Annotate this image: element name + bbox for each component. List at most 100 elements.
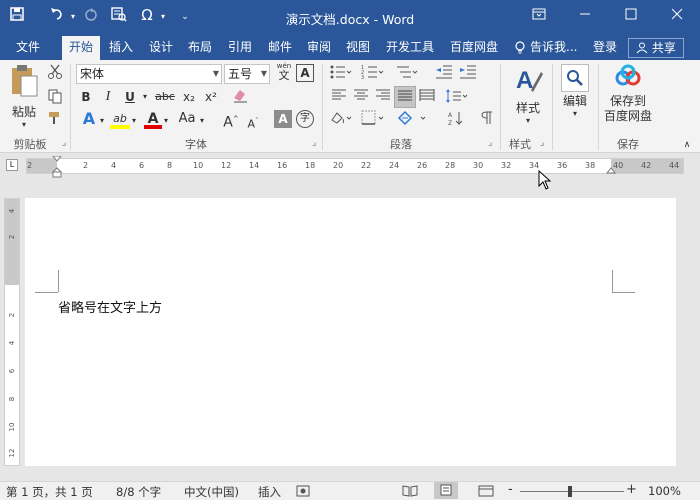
font-color-dropdown-icon[interactable]: ▾: [162, 112, 170, 130]
ruler-bar[interactable]: 2 2 4 6 8 10 12 14 16 18 20 22 24 26 28 …: [26, 158, 684, 174]
highlight-button[interactable]: ab: [110, 110, 130, 129]
text-effects-dropdown-icon[interactable]: ▾: [98, 112, 106, 130]
align-right-icon[interactable]: [374, 88, 392, 107]
word-count[interactable]: 8/8 个字: [116, 484, 161, 500]
underline-dropdown-icon[interactable]: ▾: [140, 88, 150, 106]
tab-references[interactable]: 引用: [223, 36, 257, 60]
show-marks-icon[interactable]: [478, 110, 496, 131]
vertical-ruler[interactable]: 4 2 2 4 6 8 10 12: [4, 198, 20, 466]
zoom-slider[interactable]: [520, 491, 624, 492]
page-count[interactable]: 第 1 页，共 1 页: [6, 484, 93, 500]
strikethrough-button[interactable]: abc: [154, 88, 176, 106]
vertical-ruler-tick: 4: [8, 208, 16, 214]
tab-review[interactable]: 审阅: [302, 36, 336, 60]
collapse-ribbon-icon[interactable]: ∧: [680, 136, 694, 154]
macro-record-icon[interactable]: [296, 485, 310, 500]
subscript-button[interactable]: x₂: [180, 88, 198, 106]
save-icon[interactable]: [8, 6, 26, 24]
tab-developer[interactable]: 开发工具: [382, 36, 438, 60]
language-status[interactable]: 中文(中国): [184, 484, 239, 500]
line-spacing-icon[interactable]: [444, 88, 470, 109]
tab-mailings[interactable]: 邮件: [263, 36, 297, 60]
redo-icon[interactable]: [82, 6, 100, 24]
styles-launcher-icon[interactable]: ⌟: [540, 138, 544, 148]
font-size-select[interactable]: 五号 ▼: [224, 64, 270, 84]
right-indent-marker-icon[interactable]: [605, 166, 617, 176]
sort-icon[interactable]: AZ: [446, 110, 466, 131]
text-effects-button[interactable]: A: [80, 110, 98, 128]
shading-icon[interactable]: [328, 110, 354, 131]
char-shading-button[interactable]: A: [274, 110, 292, 128]
font-launcher-icon[interactable]: ⌟: [312, 138, 316, 148]
cut-icon[interactable]: [46, 64, 64, 85]
multilevel-list-icon[interactable]: [394, 64, 420, 85]
phonetic-guide-button[interactable]: wén 文: [274, 62, 294, 84]
bold-button[interactable]: B: [78, 88, 94, 106]
indent-marker-icon[interactable]: [51, 155, 63, 178]
print-layout-icon[interactable]: [434, 482, 458, 499]
maximize-icon[interactable]: [608, 0, 654, 34]
zoom-in-button[interactable]: +: [626, 482, 637, 497]
grow-font-button[interactable]: A^: [222, 110, 240, 132]
zoom-out-button[interactable]: -: [508, 482, 513, 497]
superscript-button[interactable]: x²: [202, 88, 220, 106]
clear-formatting-icon[interactable]: [230, 86, 250, 109]
insert-mode[interactable]: 插入: [258, 484, 281, 500]
top-left-crop-mark: [58, 270, 59, 292]
char-border-button[interactable]: A: [296, 64, 314, 82]
tab-layout[interactable]: 布局: [183, 36, 217, 60]
highlight-dropdown-icon[interactable]: ▾: [130, 112, 138, 130]
borders-icon[interactable]: [360, 110, 386, 131]
font-color-button[interactable]: A: [144, 110, 162, 129]
paragraph-launcher-icon[interactable]: ⌟: [488, 138, 492, 148]
undo-dropdown-icon[interactable]: ▾: [64, 8, 82, 26]
tab-selector-icon[interactable]: L: [6, 159, 18, 171]
styles-button[interactable]: A 样式 ▾: [508, 64, 548, 134]
enclose-char-button[interactable]: 字: [296, 110, 314, 128]
tell-me-search[interactable]: 告诉我...: [530, 36, 580, 60]
paste-button[interactable]: 粘贴 ▾: [6, 64, 42, 129]
document-text[interactable]: 省略号在文字上方: [58, 297, 162, 316]
shrink-font-button[interactable]: Aˇ: [244, 112, 262, 134]
minimize-icon[interactable]: [562, 0, 608, 34]
change-case-button[interactable]: Aa: [176, 110, 198, 128]
close-icon[interactable]: [654, 0, 700, 34]
zoom-level[interactable]: 100%: [648, 484, 681, 498]
decrease-indent-icon[interactable]: [434, 64, 454, 85]
paste-dropdown-icon[interactable]: ▾: [6, 121, 42, 129]
tab-view[interactable]: 视图: [341, 36, 375, 60]
share-button[interactable]: 共享: [628, 38, 684, 58]
print-preview-icon[interactable]: [110, 6, 128, 24]
bullets-icon[interactable]: [328, 64, 354, 85]
symbol-dropdown-icon[interactable]: ▾: [154, 8, 172, 26]
sign-in-link[interactable]: 登录: [588, 36, 622, 60]
change-case-dropdown-icon[interactable]: ▾: [198, 112, 206, 130]
customize-icon[interactable]: ⌄: [176, 8, 194, 26]
tab-insert[interactable]: 插入: [104, 36, 138, 60]
align-left-icon[interactable]: [330, 88, 348, 107]
lightbulb-icon[interactable]: [512, 36, 528, 60]
tab-file[interactable]: 文件: [8, 36, 48, 60]
format-painter-icon[interactable]: [46, 110, 64, 131]
underline-button[interactable]: U: [122, 88, 138, 106]
distributed-icon[interactable]: [418, 88, 436, 107]
tab-design[interactable]: 设计: [144, 36, 178, 60]
copy-icon[interactable]: [46, 88, 64, 109]
align-center-icon[interactable]: [352, 88, 370, 107]
clipboard-launcher-icon[interactable]: ⌟: [62, 138, 66, 148]
justify-icon[interactable]: [394, 86, 416, 108]
increase-indent-icon[interactable]: [458, 64, 478, 85]
font-family-select[interactable]: 宋体 ▼: [76, 64, 222, 84]
italic-button[interactable]: I: [100, 88, 116, 106]
numbering-icon[interactable]: 123: [360, 64, 386, 85]
document-page[interactable]: [25, 198, 676, 466]
editing-button[interactable]: 编辑 ▾: [556, 64, 594, 134]
save-to-baidu-button[interactable]: 保存到 百度网盘: [600, 64, 656, 134]
ribbon-display-icon[interactable]: [516, 0, 562, 34]
web-layout-icon[interactable]: [478, 485, 494, 500]
zoom-slider-thumb[interactable]: [568, 486, 572, 497]
tab-home[interactable]: 开始: [62, 36, 100, 60]
read-mode-icon[interactable]: [402, 485, 418, 500]
tab-baidu-netdisk[interactable]: 百度网盘: [446, 36, 502, 60]
chinese-layout-icon[interactable]: [396, 110, 430, 131]
